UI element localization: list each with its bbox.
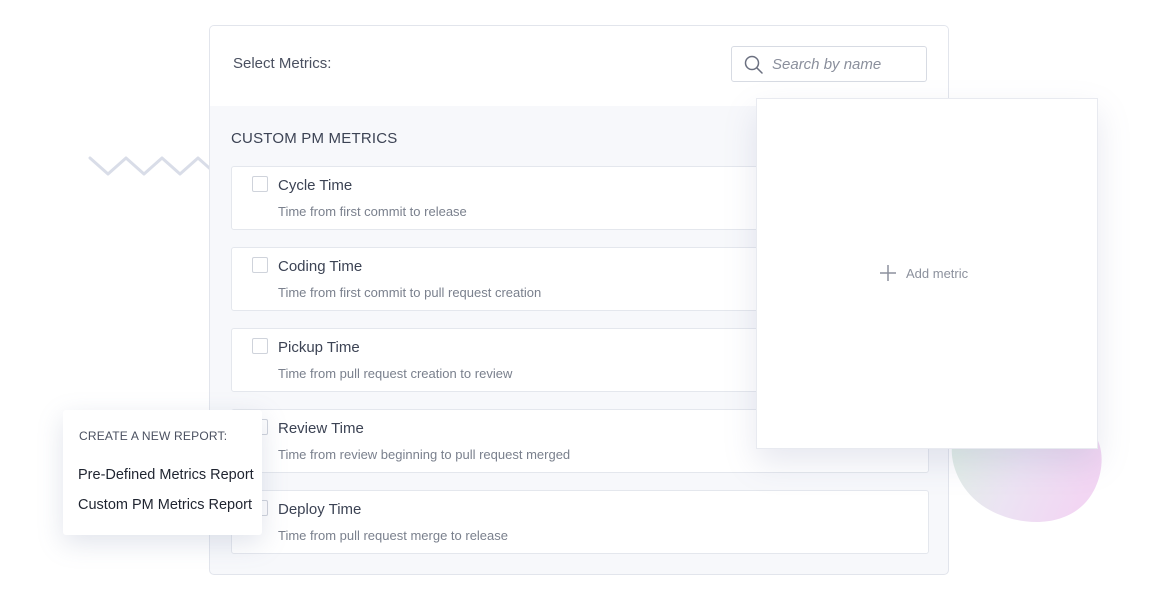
create-report-title: CREATE A NEW REPORT:: [79, 429, 228, 443]
metric-description: Time from pull request creation to revie…: [278, 366, 513, 381]
metric-name: Deploy Time: [278, 501, 362, 518]
metric-name: Review Time: [278, 420, 364, 437]
panel-header: Select Metrics:: [210, 26, 948, 106]
search-icon: [744, 55, 763, 74]
section-title: CUSTOM PM METRICS: [231, 130, 398, 147]
metric-name: Pickup Time: [278, 339, 360, 356]
add-metric-card: Add metric: [756, 98, 1098, 449]
metric-description: Time from first commit to pull request c…: [278, 285, 542, 300]
create-report-menu: CREATE A NEW REPORT: Pre-Defined Metrics…: [63, 410, 262, 535]
plus-icon: [880, 265, 896, 281]
metric-checkbox[interactable]: [252, 257, 268, 273]
zigzag-decoration: [88, 156, 228, 176]
add-metric-button[interactable]: Add metric: [879, 264, 968, 282]
metric-name: Coding Time: [278, 258, 363, 275]
metric-description: Time from review beginning to pull reque…: [278, 447, 571, 462]
metric-description: Time from pull request merge to release: [278, 528, 509, 543]
metric-checkbox[interactable]: [252, 176, 268, 192]
search-box[interactable]: [731, 46, 927, 82]
select-metrics-label: Select Metrics:: [233, 55, 332, 72]
metric-item-deploy-time[interactable]: Deploy Time Time from pull request merge…: [231, 490, 929, 554]
search-input[interactable]: [772, 47, 922, 81]
metric-name: Cycle Time: [278, 177, 353, 194]
report-option-predefined[interactable]: Pre-Defined Metrics Report: [78, 467, 254, 483]
add-metric-label: Add metric: [906, 265, 969, 281]
report-option-custom-pm[interactable]: Custom PM Metrics Report: [78, 497, 252, 513]
metric-description: Time from first commit to release: [278, 204, 467, 219]
metric-checkbox[interactable]: [252, 338, 268, 354]
